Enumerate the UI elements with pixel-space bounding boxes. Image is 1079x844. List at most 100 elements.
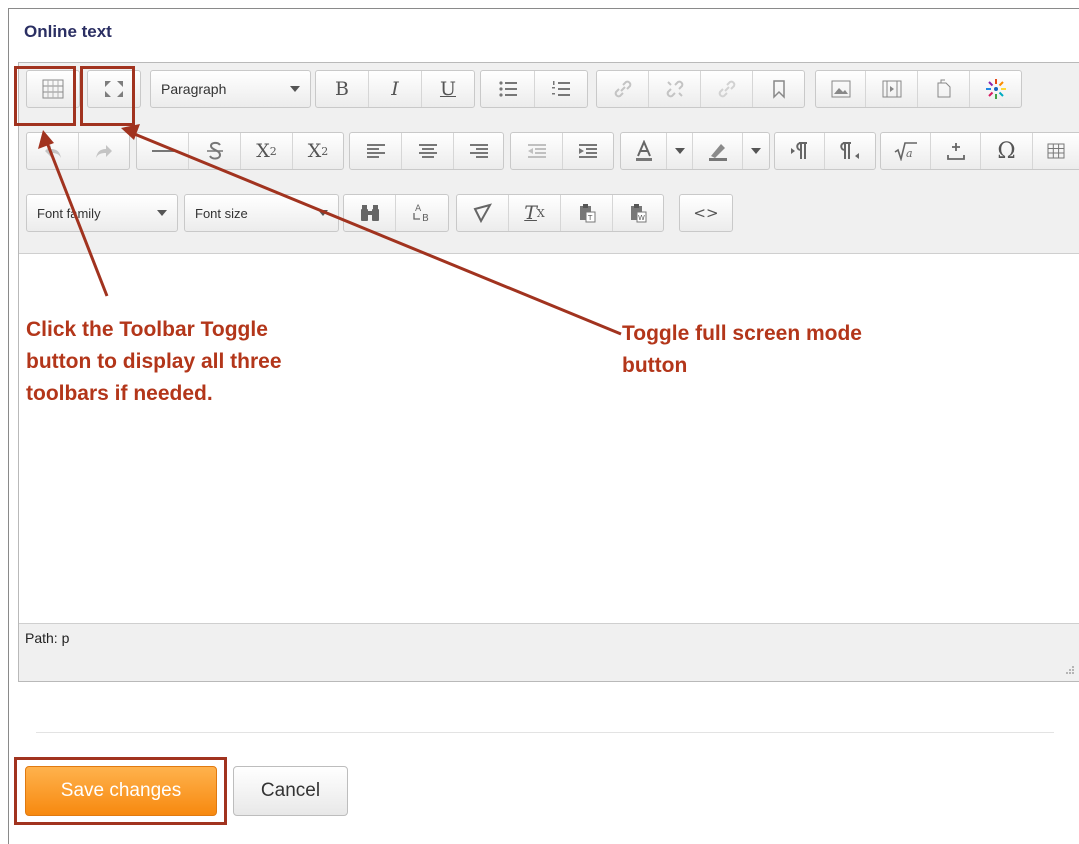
media-button[interactable] [866, 71, 918, 107]
chevron-down-icon [674, 148, 685, 154]
media-group [815, 70, 1022, 108]
save-button-highlight [14, 757, 227, 825]
image-icon [831, 80, 850, 98]
indent-button[interactable] [563, 133, 613, 169]
undo-icon [44, 145, 61, 158]
strikethrough-icon [206, 141, 223, 160]
svg-text:T: T [587, 214, 593, 222]
svg-text:a: a [906, 147, 913, 160]
insert-char-button[interactable] [931, 133, 981, 169]
subscript-index: 2 [269, 144, 277, 158]
files-icon [937, 79, 950, 98]
eraser-icon [473, 203, 492, 223]
text-style-group: B I U [315, 70, 475, 108]
chevron-down-icon [290, 86, 300, 92]
align-center-icon [418, 144, 437, 158]
outdent-icon [527, 144, 546, 158]
align-left-icon [366, 144, 385, 158]
film-icon [882, 80, 901, 98]
fullscreen-highlight [80, 66, 135, 126]
toolbar-toggle-note: Click the Toolbar Toggle button to displ… [26, 318, 282, 405]
italic-button[interactable]: I [369, 71, 422, 107]
strikethrough-button[interactable] [189, 133, 241, 169]
table-icon [1047, 143, 1064, 159]
superscript-label: X [307, 140, 322, 162]
history-group [26, 132, 130, 170]
background-color-button[interactable] [693, 133, 743, 169]
table-button[interactable] [1033, 133, 1078, 169]
manage-files-button[interactable] [918, 71, 970, 107]
direction-group [774, 132, 876, 170]
toolbar-toggle-highlight [14, 66, 76, 126]
superscript-button[interactable]: X2 [293, 133, 343, 169]
square-root-icon: a [894, 142, 917, 161]
cancel-button[interactable]: Cancel [233, 766, 348, 816]
anchor-link-button[interactable] [701, 71, 753, 107]
ltr-button[interactable] [775, 133, 825, 169]
format-select[interactable]: Paragraph [150, 70, 311, 108]
bold-button[interactable]: B [316, 71, 369, 107]
binoculars-icon [360, 205, 379, 221]
omega-label: Ω [997, 138, 1016, 164]
numbered-list-button[interactable] [535, 71, 587, 107]
unlink-button[interactable] [649, 71, 701, 107]
code-label: <> [693, 204, 719, 222]
align-left-button[interactable] [350, 133, 402, 169]
editor-statusbar: Path: p [19, 623, 1079, 681]
undo-button[interactable] [27, 133, 79, 169]
element-path: Path: p [25, 630, 70, 646]
add-char-icon [946, 143, 965, 160]
align-right-button[interactable] [454, 133, 503, 169]
bookmark-icon [772, 80, 785, 99]
background-color-dropdown[interactable] [743, 133, 769, 169]
editor-content-area[interactable] [19, 254, 1079, 624]
equation-button[interactable]: a [881, 133, 931, 169]
special-char-button[interactable]: Ω [981, 133, 1033, 169]
text-color-button[interactable] [621, 133, 667, 169]
highlighter-icon [708, 144, 727, 161]
fullscreen-note: Toggle full screen mode button [622, 322, 862, 377]
svg-text:A: A [415, 204, 422, 214]
redo-button[interactable] [79, 133, 129, 169]
anchor-link-icon [718, 80, 735, 98]
chevron-down-icon [318, 210, 328, 216]
clear-formatting-button[interactable]: TX [509, 195, 561, 231]
text-color-icon [635, 140, 652, 161]
subscript-label: X [256, 140, 270, 162]
underline-button[interactable]: U [422, 71, 474, 107]
insert-group: a Ω [880, 132, 1079, 170]
link-button[interactable] [597, 71, 649, 107]
replace-button[interactable]: AB [396, 195, 448, 231]
form-divider [36, 732, 1054, 733]
unlink-icon [666, 80, 683, 98]
rtl-icon [840, 142, 859, 159]
bullet-list-button[interactable] [481, 71, 535, 107]
link-icon [614, 80, 631, 98]
chevron-down-icon [157, 210, 167, 216]
paste-word-button[interactable]: W [613, 195, 663, 231]
color-group [620, 132, 770, 170]
code-group: <> [679, 194, 733, 232]
text-color-dropdown[interactable] [667, 133, 693, 169]
align-right-icon [469, 144, 488, 158]
html-source-button[interactable]: <> [680, 195, 732, 231]
font-size-select[interactable]: Font size [184, 194, 339, 232]
outdent-button[interactable] [511, 133, 563, 169]
rtl-button[interactable] [825, 133, 875, 169]
horizontal-rule-button[interactable] [137, 133, 189, 169]
font-family-select[interactable]: Font family [26, 194, 178, 232]
image-button[interactable] [816, 71, 866, 107]
subscript-button[interactable]: X2 [241, 133, 293, 169]
clean-html-button[interactable] [457, 195, 509, 231]
indent-group [510, 132, 614, 170]
align-center-button[interactable] [402, 133, 454, 169]
font-size-value: Font size [195, 205, 248, 221]
paste-word-icon: W [631, 204, 647, 223]
recordrtc-button[interactable] [970, 71, 1021, 107]
resize-grip-icon[interactable] [1061, 663, 1075, 677]
align-group [349, 132, 504, 170]
bookmark-button[interactable] [753, 71, 804, 107]
paste-text-icon: T [579, 204, 595, 223]
paste-text-button[interactable]: T [561, 195, 613, 231]
find-button[interactable] [344, 195, 396, 231]
